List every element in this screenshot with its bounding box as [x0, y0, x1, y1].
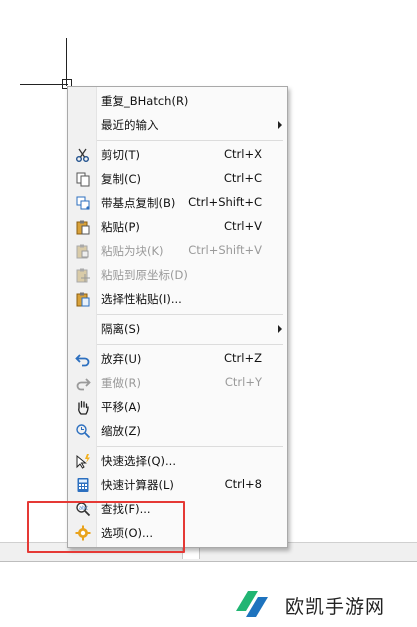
divider	[0, 561, 417, 562]
menu-item-label: 重做(R)	[101, 376, 141, 390]
menu-item-shortcut: Ctrl+8	[224, 477, 262, 491]
site-brand-name: 欧凯手游网	[285, 596, 386, 618]
menu-item-label: 隔离(S)	[101, 322, 141, 336]
menu-item-paste-to-original-coords[interactable]: 粘贴到原坐标(D)	[68, 263, 287, 287]
menu-item-label: 最近的输入	[101, 118, 159, 132]
menu-item-redo[interactable]: 重做(R) Ctrl+Y	[68, 371, 287, 395]
menu-item-shortcut: Ctrl+Shift+C	[188, 195, 262, 209]
menu-item-repeat-bhatch[interactable]: 重复_BHatch(R)	[68, 89, 287, 113]
pan-hand-icon	[75, 399, 91, 415]
menu-item-label: 缩放(Z)	[101, 424, 141, 438]
paste-as-block-icon	[75, 243, 91, 259]
menu-item-label: 放弃(U)	[101, 352, 142, 366]
undo-icon	[75, 351, 91, 367]
menu-separator	[97, 344, 283, 345]
menu-item-label: 剪切(T)	[101, 148, 140, 162]
menu-item-copy[interactable]: 复制(C) Ctrl+C	[68, 167, 287, 191]
submenu-arrow-icon	[278, 121, 282, 129]
menu-item-paste[interactable]: 粘贴(P) Ctrl+V	[68, 215, 287, 239]
menu-separator	[97, 140, 283, 141]
menu-item-label: 快速选择(Q)...	[101, 454, 176, 468]
menu-item-pan[interactable]: 平移(A)	[68, 395, 287, 419]
menu-item-paste-special[interactable]: 选择性粘贴(I)...	[68, 287, 287, 311]
menu-item-label: 选择性粘贴(I)...	[101, 292, 182, 306]
menu-separator	[97, 314, 283, 315]
menu-item-recent-input[interactable]: 最近的输入	[68, 113, 287, 137]
highlight-annotation-box	[27, 501, 185, 553]
paste-special-icon	[75, 291, 91, 307]
menu-item-undo[interactable]: 放弃(U) Ctrl+Z	[68, 347, 287, 371]
menu-item-shortcut: Ctrl+V	[224, 219, 262, 233]
quick-select-icon	[75, 453, 91, 469]
site-logo-icon	[232, 585, 272, 623]
menu-item-label: 平移(A)	[101, 400, 141, 414]
menu-item-isolate[interactable]: 隔离(S)	[68, 317, 287, 341]
menu-item-shortcut: Ctrl+Shift+V	[188, 243, 262, 257]
menu-item-zoom[interactable]: 缩放(Z)	[68, 419, 287, 443]
menu-separator	[97, 446, 283, 447]
menu-item-label: 粘贴(P)	[101, 220, 140, 234]
copy-icon	[75, 171, 91, 187]
menu-item-label: 快速计算器(L)	[101, 478, 174, 492]
context-menu: 重复_BHatch(R) 最近的输入 剪切(T) Ctrl+X 复制(C) Ct…	[67, 86, 288, 548]
menu-item-label: 重复_BHatch(R)	[101, 94, 189, 108]
zoom-icon	[75, 423, 91, 439]
menu-item-paste-as-block[interactable]: 粘贴为块(K) Ctrl+Shift+V	[68, 239, 287, 263]
menu-item-label: 带基点复制(B)	[101, 196, 176, 210]
menu-item-shortcut: Ctrl+Z	[224, 351, 262, 365]
paste-icon	[75, 219, 91, 235]
menu-item-shortcut: Ctrl+C	[223, 171, 262, 185]
paste-original-coords-icon	[75, 267, 91, 283]
menu-item-quickcalc[interactable]: 快速计算器(L) Ctrl+8	[68, 473, 287, 497]
menu-item-cut[interactable]: 剪切(T) Ctrl+X	[68, 143, 287, 167]
redo-icon	[75, 375, 91, 391]
menu-item-label: 粘贴到原坐标(D)	[101, 268, 188, 282]
menu-item-label: 复制(C)	[101, 172, 142, 186]
crosshair-horizontal	[20, 84, 68, 85]
calculator-icon	[75, 477, 91, 493]
copy-base-point-icon	[75, 195, 91, 211]
submenu-arrow-icon	[278, 325, 282, 333]
menu-item-label: 粘贴为块(K)	[101, 244, 164, 258]
menu-item-shortcut: Ctrl+Y	[224, 375, 262, 389]
scissors-icon	[75, 147, 91, 163]
menu-item-shortcut: Ctrl+X	[224, 147, 262, 161]
menu-item-quick-select[interactable]: 快速选择(Q)...	[68, 449, 287, 473]
menu-item-copy-with-base-point[interactable]: 带基点复制(B) Ctrl+Shift+C	[68, 191, 287, 215]
